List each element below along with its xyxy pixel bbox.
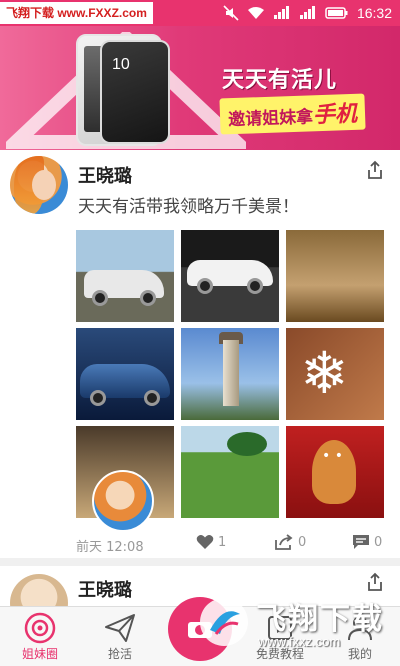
like-button[interactable]: 1 (196, 534, 226, 550)
like-count: 1 (218, 534, 227, 550)
status-bar: 飞翔下载 www.FXXZ.com 16:32 (0, 0, 400, 26)
battery-icon (325, 7, 348, 19)
post-time: 前天 12:08 (76, 540, 144, 555)
post-meta: 前天 12:08 1 0 0 (76, 534, 384, 555)
heart-icon (196, 535, 214, 549)
share-icon[interactable] (366, 160, 384, 180)
avatar[interactable] (10, 156, 68, 214)
site-logo-text: 飞翔下载 (256, 602, 384, 637)
photo-vintage-car[interactable] (76, 230, 174, 322)
site-logo-watermark: 飞翔下载 www.fxxz.com (196, 588, 400, 662)
forward-count: 0 (298, 534, 307, 550)
feed-divider (0, 558, 400, 566)
tab-label: 抢活 (107, 647, 132, 661)
signal-icon (273, 6, 289, 19)
wifi-icon (247, 7, 264, 19)
post-author[interactable]: 王晓璐 (78, 576, 132, 602)
banner-subtitle: 邀请姐妹拿手机 (219, 93, 366, 135)
post-author[interactable]: 王晓璐 (78, 162, 132, 188)
promo-banner[interactable]: 10 天天有活儿 邀请姐妹拿手机 (0, 26, 400, 150)
photo-white-sportscar[interactable] (181, 230, 279, 322)
photo-green-field[interactable] (181, 426, 279, 518)
site-logo-icon (200, 598, 248, 646)
feed-post: 王晓璐 天天有活带我领略万千美景！ ❄ • • 前天 12:08 1 0 0 (0, 150, 400, 558)
status-icons: 16:32 (223, 3, 392, 23)
comment-count: 0 (374, 534, 383, 550)
paper-plane-icon (105, 614, 135, 642)
signal-icon (299, 6, 315, 19)
photo-snowflake-cookie[interactable]: ❄ (286, 328, 384, 420)
tab-label: 姐妹圈 (21, 647, 58, 661)
site-logo-url: www.fxxz.com (258, 634, 341, 649)
site-watermark: 飞翔下载 www.FXXZ.com (0, 2, 153, 24)
tab-grab-jobs[interactable]: 抢活 (80, 611, 160, 666)
banner-subtitle-highlight: 手机 (312, 101, 358, 129)
camera-icon (24, 612, 56, 644)
phone-image-front: 10 (100, 40, 170, 144)
floating-avatar (92, 470, 154, 532)
photo-autumn-trees[interactable] (286, 230, 384, 322)
banner-title: 天天有活儿 (222, 68, 338, 93)
forward-icon (275, 534, 293, 550)
photo-gingerbread[interactable]: • • (286, 426, 384, 518)
post-text: 天天有活带我领略万千美景！ (78, 197, 299, 217)
mute-icon (223, 5, 239, 21)
photo-lighthouse[interactable] (181, 328, 279, 420)
comment-icon (353, 535, 369, 549)
forward-button[interactable]: 0 (274, 534, 306, 550)
status-time: 16:32 (356, 5, 392, 21)
photo-blue-car[interactable] (76, 328, 174, 420)
tab-sisters-circle[interactable]: 姐妹圈 (0, 611, 80, 666)
comment-button[interactable]: 0 (352, 534, 382, 550)
